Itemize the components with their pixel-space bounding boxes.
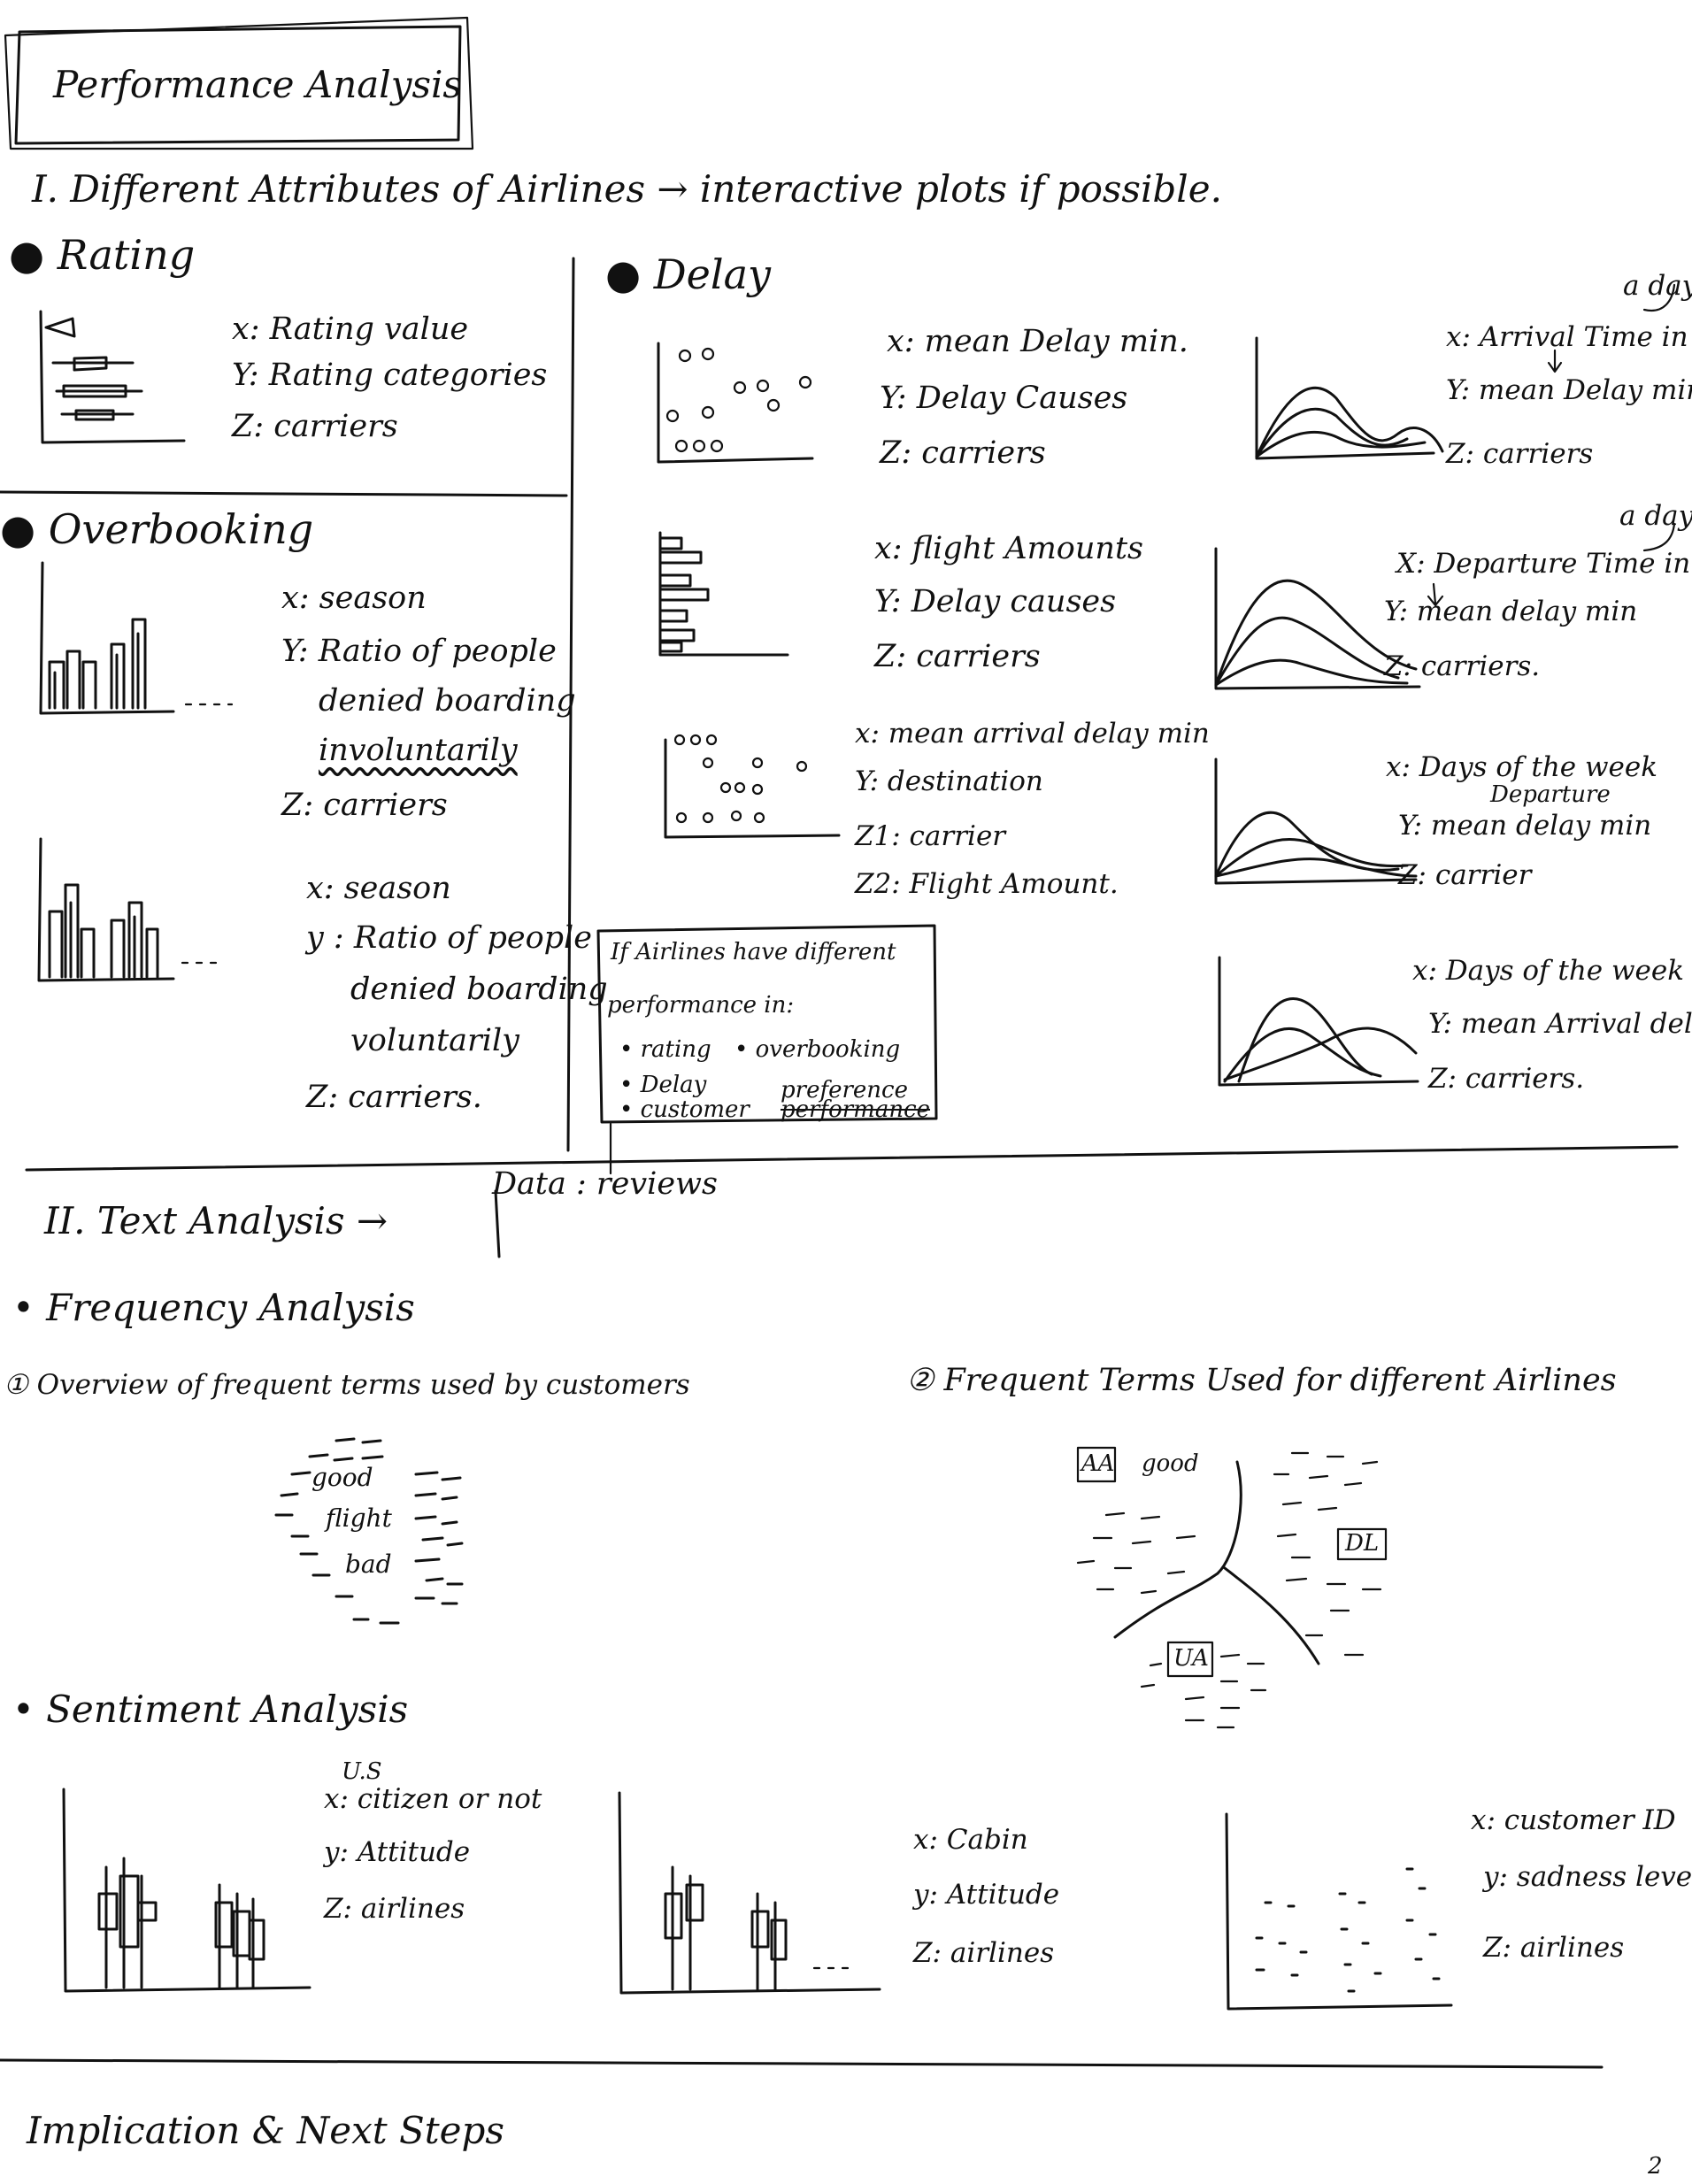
data-note: Data : reviews [492,1166,718,1202]
delay-line2-z-label: Z: carriers. [1384,650,1541,682]
delay-line4-y-label: Y: mean Arrival delay [1428,1008,1692,1040]
sentiment-plot2-z-label: Z: airlines [913,1937,1055,1969]
cloud-word-flight: flight [326,1503,392,1533]
delay-line-sketch-1 [1255,336,1444,460]
summary-line-2: performance in: [607,992,795,1019]
rating-x-label: x: Rating value [232,311,469,347]
delay-line1-y-label: Y: mean Delay min [1446,374,1692,406]
delay-line2-x-label: X: Departure Time in [1396,548,1691,580]
frequency-heading: • Frequency Analysis [12,1286,415,1329]
overbooking-2-z-label: Z: carriers. [306,1080,482,1115]
sentiment-plot1-x-label: x: citizen or not [324,1783,542,1815]
delay-scatter1-y-label: Y: Delay Causes [880,381,1128,416]
delay-scatter2-z1-label: Z1: carrier [855,820,1006,852]
overbooking-1-x-label: x: season [281,581,427,616]
divider-section3 [0,2058,1604,2069]
delay-scatter-sketch-1 [657,342,814,464]
sentiment-plot3-y-label: y: sadness level [1483,1861,1692,1893]
overbooking-heading: ● Overbooking [0,506,313,553]
frequency-airlines-label: ② Frequent Terms Used for different Airl… [906,1363,1617,1398]
delay-line3-note: Departure [1490,781,1611,808]
delay-scatter1-x-label: x: mean Delay min. [887,324,1188,359]
overbooking-bar-sketch-2 [37,837,218,982]
overbooking-1-y-label-3: involuntarily [319,733,518,768]
sentiment-plot2-x-label: x: Cabin [913,1824,1028,1856]
section-1-heading: I. Different Attributes of Airlines → in… [32,167,1222,211]
delay-scatter2-z2-label: Z2: Flight Amount. [855,868,1119,900]
sentiment-plot1-note: U.S [342,1758,382,1785]
delay-line-sketch-4 [1218,956,1419,1087]
airline-cloud-word-good: good [1142,1450,1199,1477]
page-number: 2 [1648,2153,1663,2180]
word-cloud-airlines-sketch [1076,1446,1388,1729]
delay-hbar-sketch [658,531,789,657]
sentiment-scatter-sketch-3 [1225,1812,1453,2011]
sentiment-plot3-x-label: x: customer ID [1471,1804,1676,1836]
summary-item-overbooking: • overbooking [734,1036,901,1063]
delay-line1-z-label: Z: carriers [1446,438,1594,470]
delay-line3-z-label: Z: carrier [1398,859,1532,891]
delay-scatter1-z-label: Z: carriers [880,435,1046,471]
summary-item-performance-struck: performance [781,1096,931,1123]
delay-line3-y-label: Y: mean delay min [1398,810,1652,842]
overbooking-heading-label: Overbooking [48,505,314,553]
divider-section2 [25,1145,1679,1172]
delay-heading: ● Delay [605,251,771,298]
overbooking-2-y-label-1: y : Ratio of people [306,920,592,956]
sentiment-plot1-z-label: Z: airlines [324,1893,465,1925]
airline-label-ua: UA [1173,1645,1209,1672]
overbooking-bar-sketch-1 [39,561,234,715]
overbooking-1-y-label-2: denied boarding [319,683,576,719]
delay-scatter-sketch-2 [664,734,841,839]
rating-boxplot-sketch [39,310,186,444]
section-2-heading: II. Text Analysis → [44,1199,388,1242]
rating-z-label: Z: carriers [232,409,398,444]
airline-label-aa: AA [1081,1450,1115,1477]
delay-line2-y-label: Y: mean delay min [1384,596,1638,627]
delay-line4-x-label: x: Days of the week [1412,955,1685,987]
summary-line-1: If Airlines have different [611,939,896,965]
delay-line1-note: a day [1623,270,1692,302]
summary-item-rating: • rating [619,1036,711,1063]
overbooking-1-y-label-1: Y: Ratio of people [281,634,557,669]
page-title: Performance Analysis [53,63,462,106]
summary-item-customer: • customer [619,1096,750,1123]
sentiment-plot3-z-label: Z: airlines [1483,1932,1625,1964]
delay-heading-label: Delay [653,250,771,298]
overbooking-2-y-label-2: denied boarding [350,972,608,1007]
overbooking-1-z-label: Z: carriers [281,788,448,823]
delay-hbar-x-label: x: flight Amounts [874,531,1143,566]
sentiment-boxplot-sketch-1 [62,1788,311,1993]
delay-scatter2-y-label: Y: destination [855,765,1043,797]
airline-label-dl: DL [1345,1530,1380,1557]
frequency-overview-label: ① Overview of frequent terms used by cus… [4,1369,690,1401]
overbooking-2-y-label-3: voluntarily [350,1023,519,1058]
bullet-icon: ● [0,505,36,553]
cloud-word-good: good [311,1463,373,1492]
section-3-heading: Implication & Next Steps [27,2109,504,2152]
delay-hbar-y-label: Y: Delay causes [874,584,1117,619]
delay-hbar-z-label: Z: carriers [874,639,1041,674]
rating-heading-label: Rating [57,231,196,279]
delay-line2-note: a day [1619,500,1692,532]
bullet-icon: ● [605,250,642,298]
sentiment-boxplot-sketch-2 [618,1791,881,1995]
delay-line3-x-label: x: Days of the week [1386,751,1658,783]
rating-heading: ● Rating [9,232,195,279]
delay-scatter2-x-label: x: mean arrival delay min [855,718,1210,750]
sketch-page: { "title": "Performance Analysis", "sect… [0,0,1692,2184]
delay-line4-z-label: Z: carriers. [1428,1063,1585,1095]
summary-item-delay: • Delay [619,1072,707,1098]
sentiment-plot2-y-label: y: Attitude [913,1879,1060,1911]
sentiment-plot1-y-label: y: Attitude [324,1836,471,1868]
sentiment-heading: • Sentiment Analysis [12,1688,409,1731]
bullet-icon: ● [9,231,45,279]
delay-line1-x-label: x: Arrival Time in [1446,321,1688,353]
overbooking-2-x-label: x: season [306,871,451,906]
cloud-word-bad: bad [345,1550,392,1579]
rating-y-label: Y: Rating categories [232,358,548,393]
divider-rating [0,490,568,497]
